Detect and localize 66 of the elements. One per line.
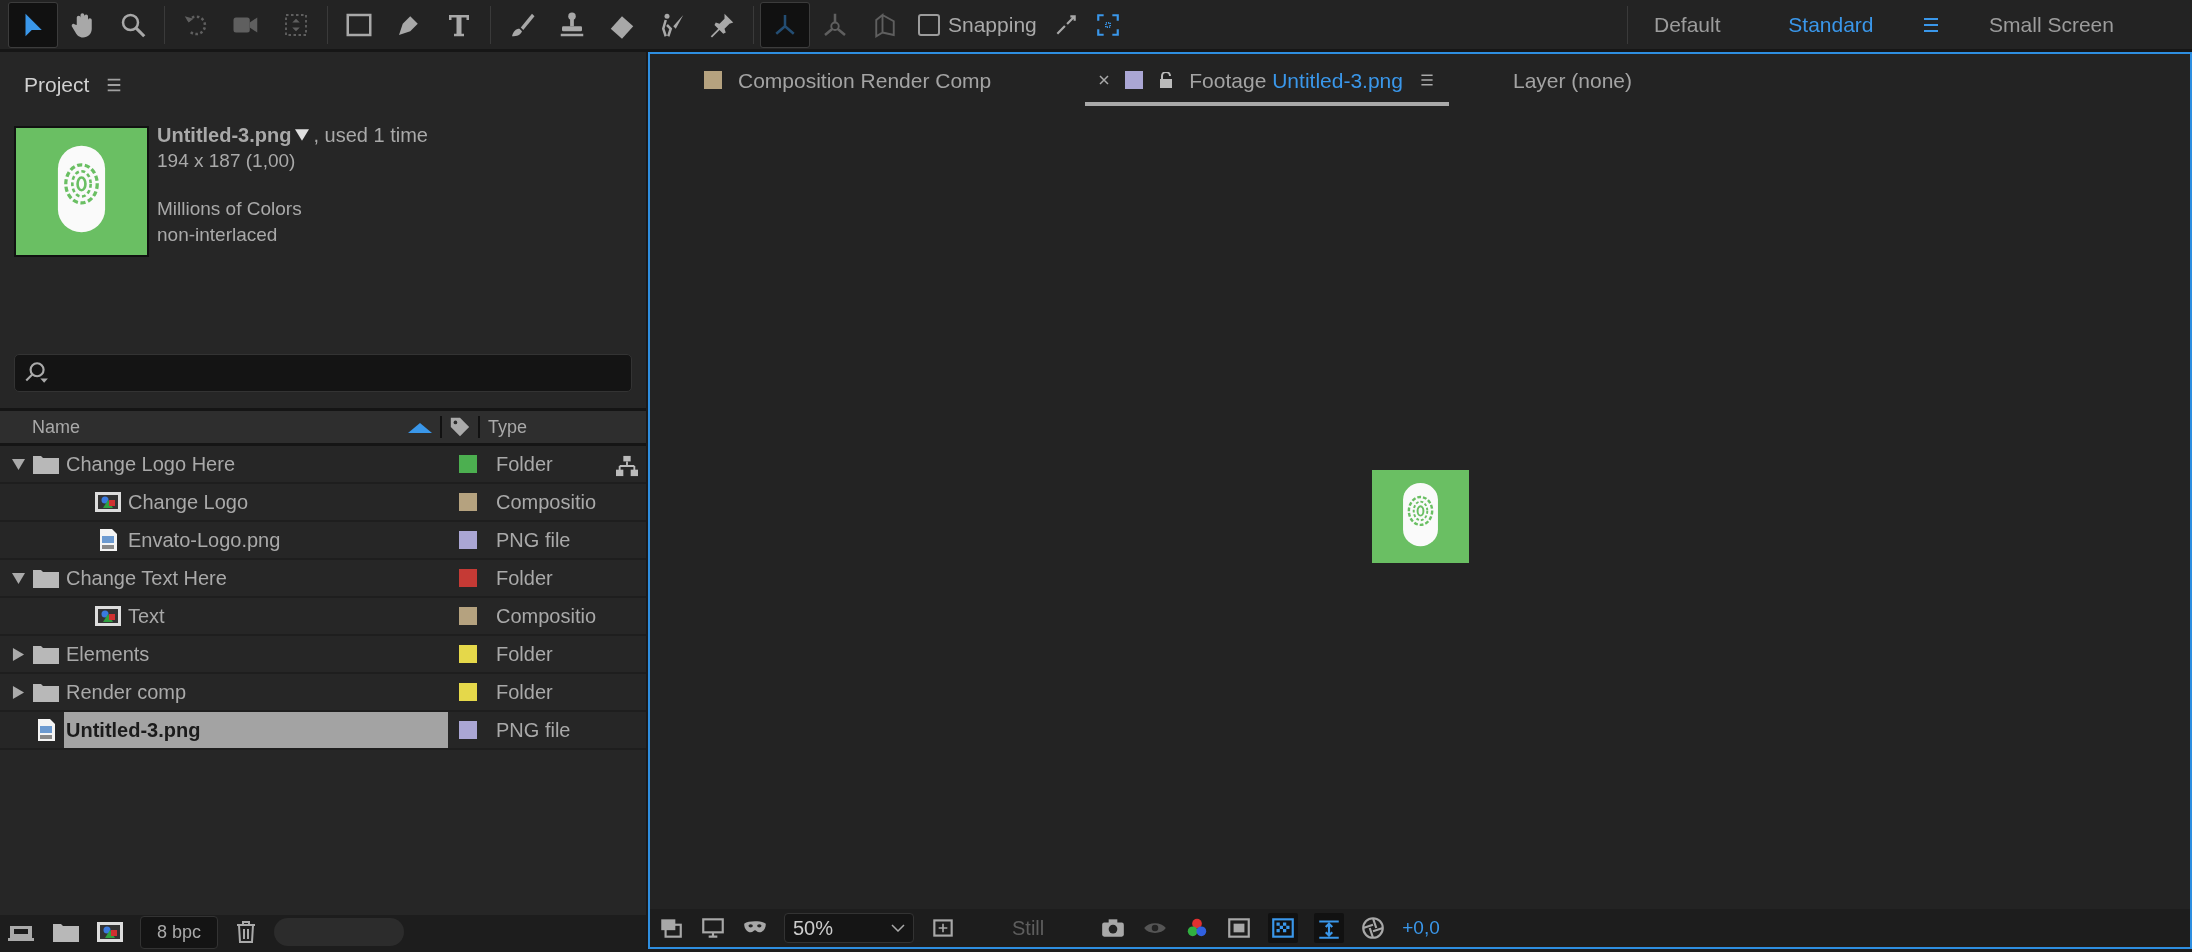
item-name[interactable]: Change Logo [126,484,448,520]
shutter-icon[interactable] [1360,915,1387,941]
still-label: Still [1012,916,1045,941]
new-composition-icon[interactable] [96,920,124,944]
viewer-tab[interactable]: Composition Render Comp [690,58,1006,106]
label-color-swatch[interactable] [459,493,477,511]
item-name[interactable]: Text [126,598,448,634]
composition-icon [94,604,122,628]
item-type: Folder [496,642,553,667]
chevron-down-icon[interactable] [891,924,905,932]
frame-icon[interactable] [1226,915,1253,941]
disclosure-triangle-icon[interactable] [11,457,25,471]
zoom-dropdown[interactable]: 50% [784,913,914,943]
color-depth-text: Millions of Colors [157,197,303,221]
item-type: PNG file [496,718,571,743]
column-header[interactable]: Type [488,413,528,441]
label-color-swatch[interactable] [459,683,477,701]
item-type: Compositio [496,604,597,629]
viewer-tab[interactable]: Layer (none) [1498,58,1647,106]
checkerboard-icon[interactable] [1270,915,1297,941]
disclosure-triangle-icon[interactable] [11,647,25,661]
item-name[interactable]: Render comp [64,674,448,710]
item-name[interactable]: Elements [64,636,448,672]
label-color-swatch[interactable] [459,721,477,739]
selection-arrow-tool[interactable] [8,1,58,48]
label-color-swatch[interactable] [459,607,477,625]
search-field[interactable] [14,354,632,392]
workspace-tab[interactable]: Standard [1768,8,1894,41]
workspace-tab[interactable]: Small Screen [1969,8,2134,41]
close-icon[interactable] [1099,75,1110,86]
item-type: Folder [496,680,553,705]
tag-icon[interactable] [449,416,471,438]
viewer-tab[interactable]: Footage Untitled-3.png [1085,58,1449,106]
label-color-swatch[interactable] [459,645,477,663]
disclosure-triangle-icon[interactable] [11,685,25,699]
item-name[interactable]: Change Logo Here [64,446,448,482]
panel-title: Project [24,72,90,99]
dropdown-arrow-icon[interactable] [295,129,310,141]
label-color-swatch[interactable] [459,531,477,549]
label-color-swatch[interactable] [459,455,477,473]
usage-text: , used 1 time [313,123,428,148]
bit-depth-button[interactable]: 8 bpc [140,915,219,949]
item-name[interactable]: Change Text Here [64,560,448,596]
item-type: Compositio [496,490,597,515]
interlace-text: non-interlaced [157,223,279,247]
item-name[interactable]: Envato-Logo.png [126,522,448,558]
item-type: Folder [496,566,553,591]
snapping-checkbox[interactable] [918,13,940,36]
column-header[interactable]: Name [32,413,80,441]
file-name: Untitled-3.png [157,123,292,148]
disclosure-triangle-icon[interactable] [11,571,25,585]
menu-icon[interactable] [1418,72,1435,89]
item-type: Folder [496,452,553,477]
label-color-swatch[interactable] [459,569,477,587]
snapping-label: Snapping [948,11,1037,38]
composition-icon [94,490,122,514]
sort-ascending-icon[interactable] [408,422,432,433]
exposure-value[interactable]: +0,0 [1402,913,1440,943]
dimensions-text: 194 x 187 (1,00) [157,149,297,173]
item-name[interactable]: Untitled-3.png [64,712,448,748]
workspace-tab[interactable]: Default [1634,8,1741,41]
item-type: PNG file [496,528,571,553]
monitor-icon[interactable] [700,915,726,941]
focus-frame-icon[interactable] [1094,11,1121,38]
lock-icon[interactable] [1159,72,1174,89]
flowchart-icon[interactable] [616,454,638,477]
